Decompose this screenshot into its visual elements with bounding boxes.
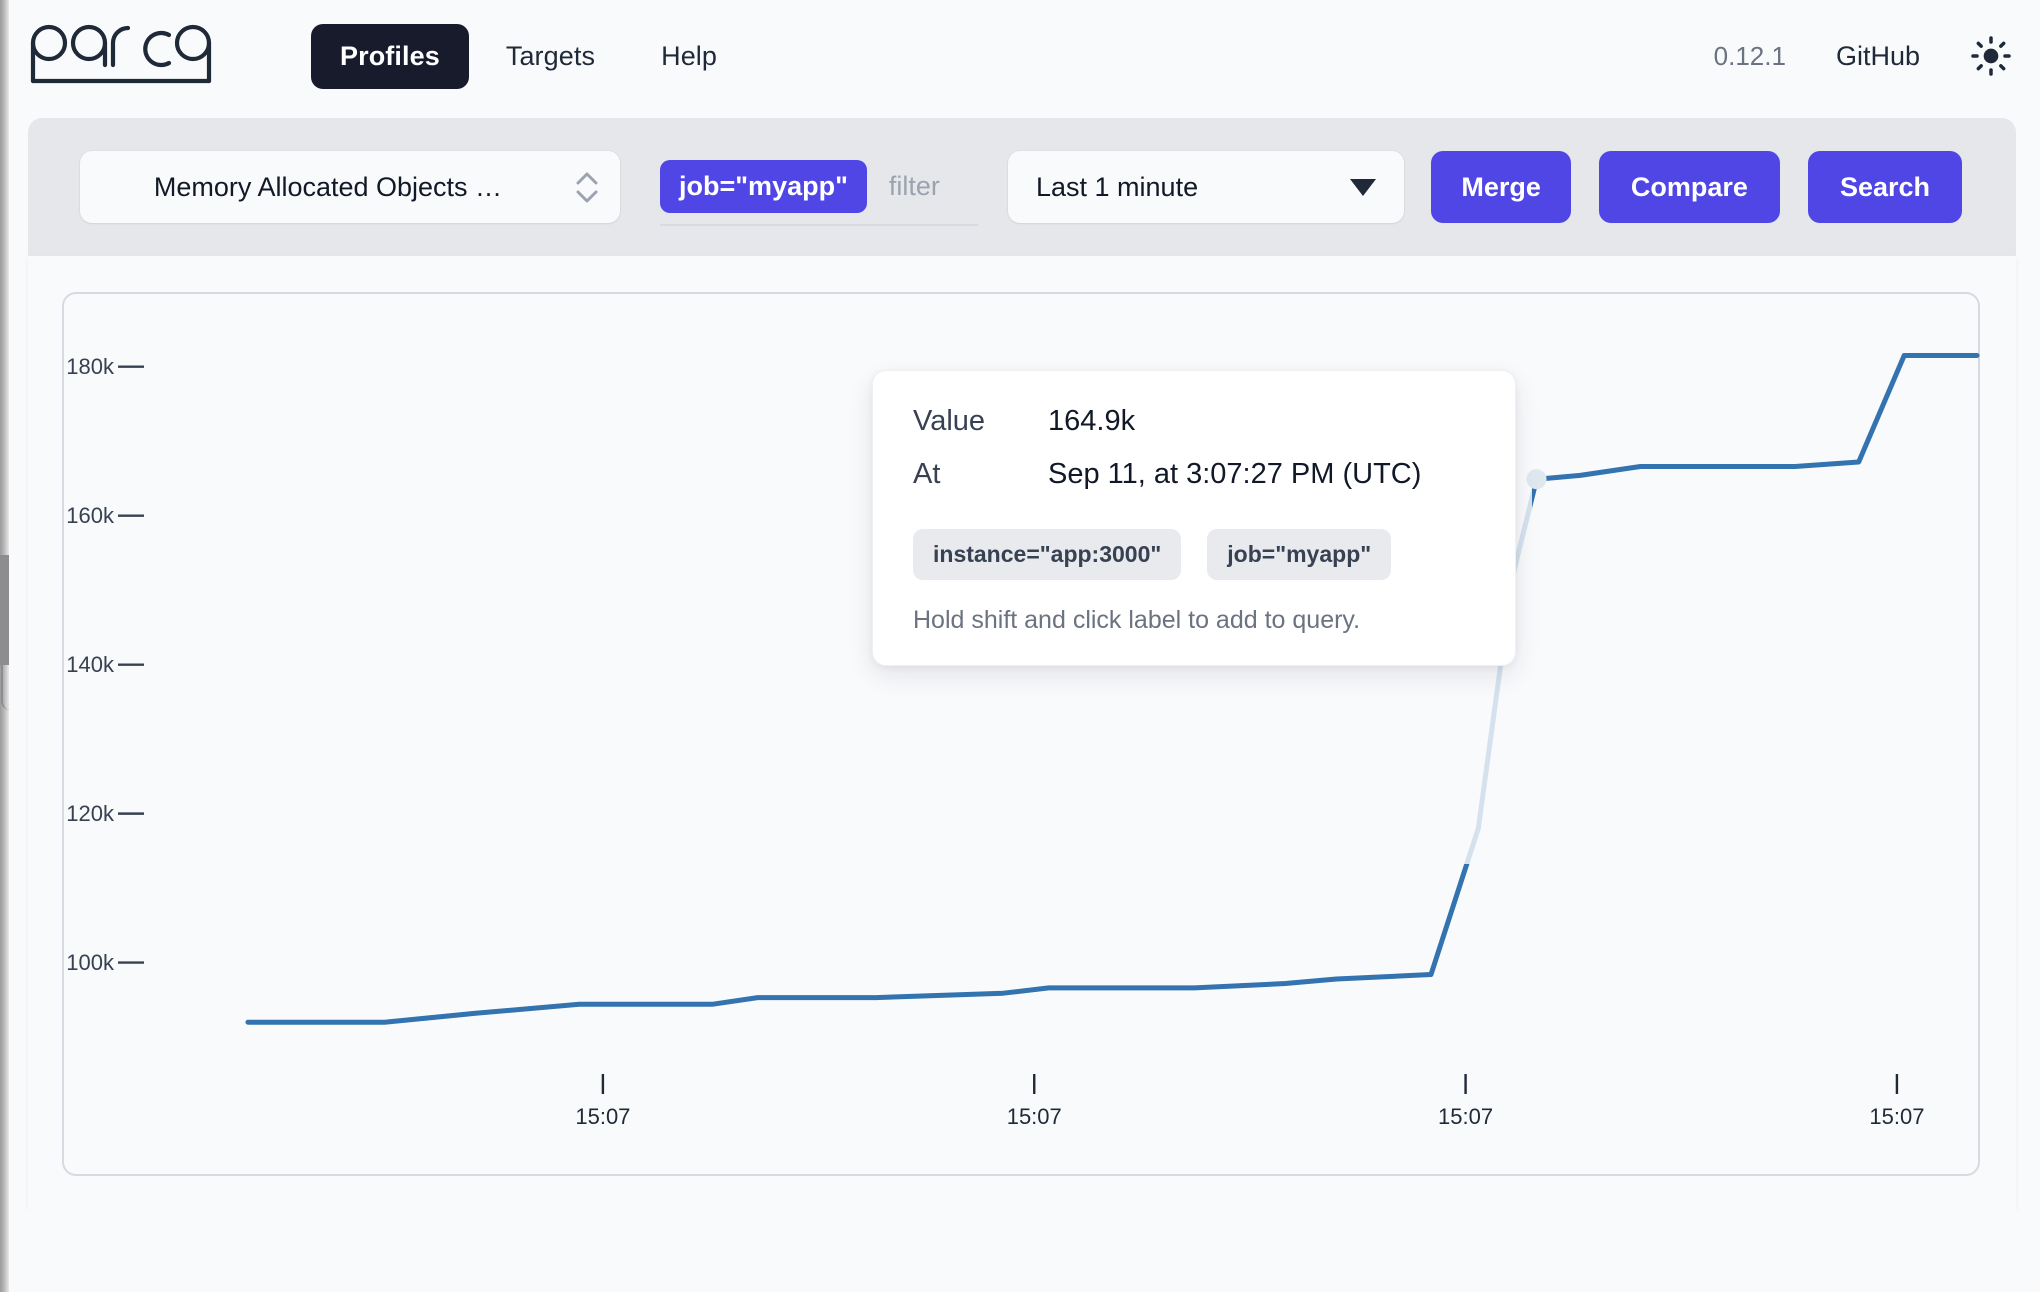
parca-logo[interactable] xyxy=(29,23,247,89)
parca-app: Profiles Targets Help 0.12.1 GitHub Memo… xyxy=(0,0,2040,1292)
app-header: Profiles Targets Help 0.12.1 GitHub xyxy=(9,0,2040,112)
search-button[interactable]: Search xyxy=(1807,151,1962,223)
tooltip-label-instance[interactable]: instance="app:3000" xyxy=(913,529,1182,581)
tooltip-label-pills: instance="app:3000" job="myapp" xyxy=(913,529,1475,581)
chevron-down-icon xyxy=(1350,178,1376,196)
profile-type-value: Memory Allocated Objects … xyxy=(153,171,503,202)
matcher-pill-job[interactable]: job="myapp" xyxy=(660,159,867,213)
tooltip-at-key: At xyxy=(913,458,941,491)
tooltip-hint: Hold shift and click label to add to que… xyxy=(913,606,1361,635)
window-edge-marker xyxy=(1,640,10,710)
toolbar-actions: Merge Compare Search xyxy=(1431,151,1962,223)
header-right-group: 0.12.1 GitHub xyxy=(1714,35,2012,77)
tooltip-value-key: Value xyxy=(913,405,986,438)
github-link[interactable]: GitHub xyxy=(1836,41,1920,72)
nav-item-help[interactable]: Help xyxy=(632,24,746,89)
time-range-value: Last 1 minute xyxy=(1036,171,1199,202)
chevron-up-down-icon xyxy=(576,172,598,203)
tooltip-label-job[interactable]: job="myapp" xyxy=(1207,529,1392,581)
sun-icon[interactable] xyxy=(1970,35,2012,77)
filter-input[interactable] xyxy=(888,170,1009,202)
nav-item-profiles[interactable]: Profiles xyxy=(311,23,469,89)
page-bottom-area xyxy=(9,1210,2040,1292)
nav-item-targets[interactable]: Targets xyxy=(477,24,624,89)
merge-button[interactable]: Merge xyxy=(1431,151,1571,223)
window-edge-scrollbar[interactable] xyxy=(0,0,9,1292)
tooltip-at-value: Sep 11, at 3:07:27 PM (UTC) xyxy=(1048,458,1422,491)
query-toolbar: Memory Allocated Objects … job="myapp" L… xyxy=(28,118,2016,256)
tooltip-fields: Value 164.9k At Sep 11, at 3:07:27 PM (U… xyxy=(913,403,1475,493)
tooltip-value: 164.9k xyxy=(1048,405,1136,437)
version-label: 0.12.1 xyxy=(1713,40,1786,71)
profile-type-select[interactable]: Memory Allocated Objects … xyxy=(80,151,620,223)
time-range-select[interactable]: Last 1 minute xyxy=(1008,151,1404,223)
main-nav: Profiles Targets Help xyxy=(311,23,746,89)
chart-tooltip: Value 164.9k At Sep 11, at 3:07:27 PM (U… xyxy=(872,370,1516,667)
compare-button[interactable]: Compare xyxy=(1598,151,1780,223)
matcher-filter-group: job="myapp" xyxy=(660,148,1009,226)
